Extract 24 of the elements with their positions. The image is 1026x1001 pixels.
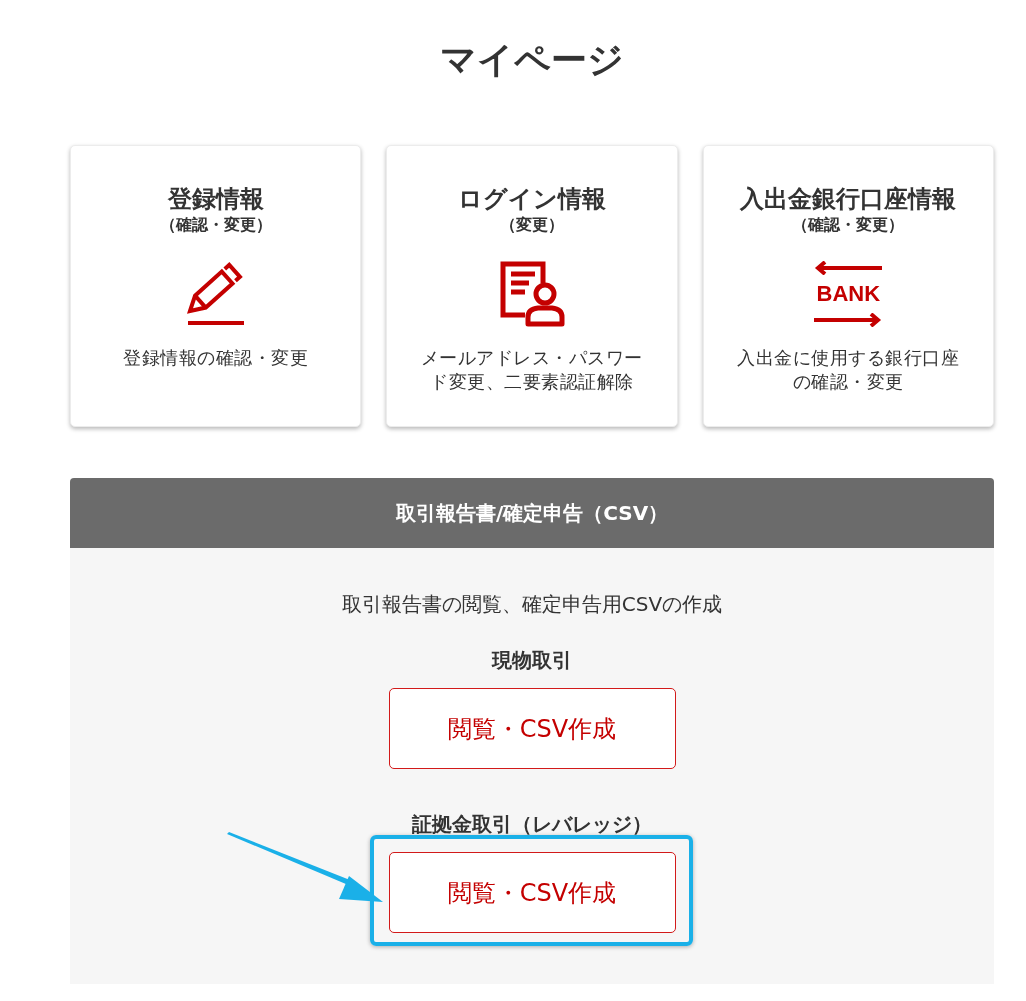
menu-card[interactable]: ログイン情報 （変更） メールアドレス・パスワード変更、二要素認証解除 — [386, 145, 678, 427]
card-description: 入出金に使用する銀行口座の確認・変更 — [736, 346, 961, 394]
page-title: マイページ — [439, 38, 625, 82]
view-csv-button[interactable]: 閲覧・CSV作成 — [388, 688, 676, 769]
menu-card[interactable]: 登録情報 （確認・変更） 登録情報の確認・変更 — [70, 145, 362, 427]
card-description: メールアドレス・パスワード変更、二要素認証解除 — [420, 346, 644, 394]
view-csv-button[interactable]: 閲覧・CSV作成 — [388, 852, 676, 933]
right-arrow-icon — [814, 313, 883, 327]
bank-label: BANK — [816, 281, 881, 307]
card-title: ログイン情報 — [458, 184, 606, 214]
card-title: 登録情報 — [167, 184, 264, 214]
card-subtitle: （確認・変更） — [792, 214, 905, 236]
group-label: 証拠金取引（レバレッジ） — [412, 811, 652, 838]
group-label: 現物取引 — [492, 647, 572, 674]
card-subtitle: （確認・変更） — [159, 214, 272, 236]
card-description: 登録情報の確認・変更 — [122, 346, 310, 370]
pencil-icon — [184, 261, 247, 327]
section-description: 取引報告書の閲覧、確定申告用CSVの作成 — [341, 591, 723, 618]
card-title: 入出金銀行口座情報 — [740, 184, 957, 214]
left-arrow-icon — [814, 261, 883, 275]
document-person-icon — [499, 261, 565, 327]
menu-card[interactable]: 入出金銀行口座情報 （確認・変更） BANK 入出金に使用する銀行口座の確認・変更 — [702, 145, 994, 427]
section-title: 取引報告書/確定申告（CSV） — [70, 478, 994, 548]
card-subtitle: （変更） — [500, 214, 564, 236]
